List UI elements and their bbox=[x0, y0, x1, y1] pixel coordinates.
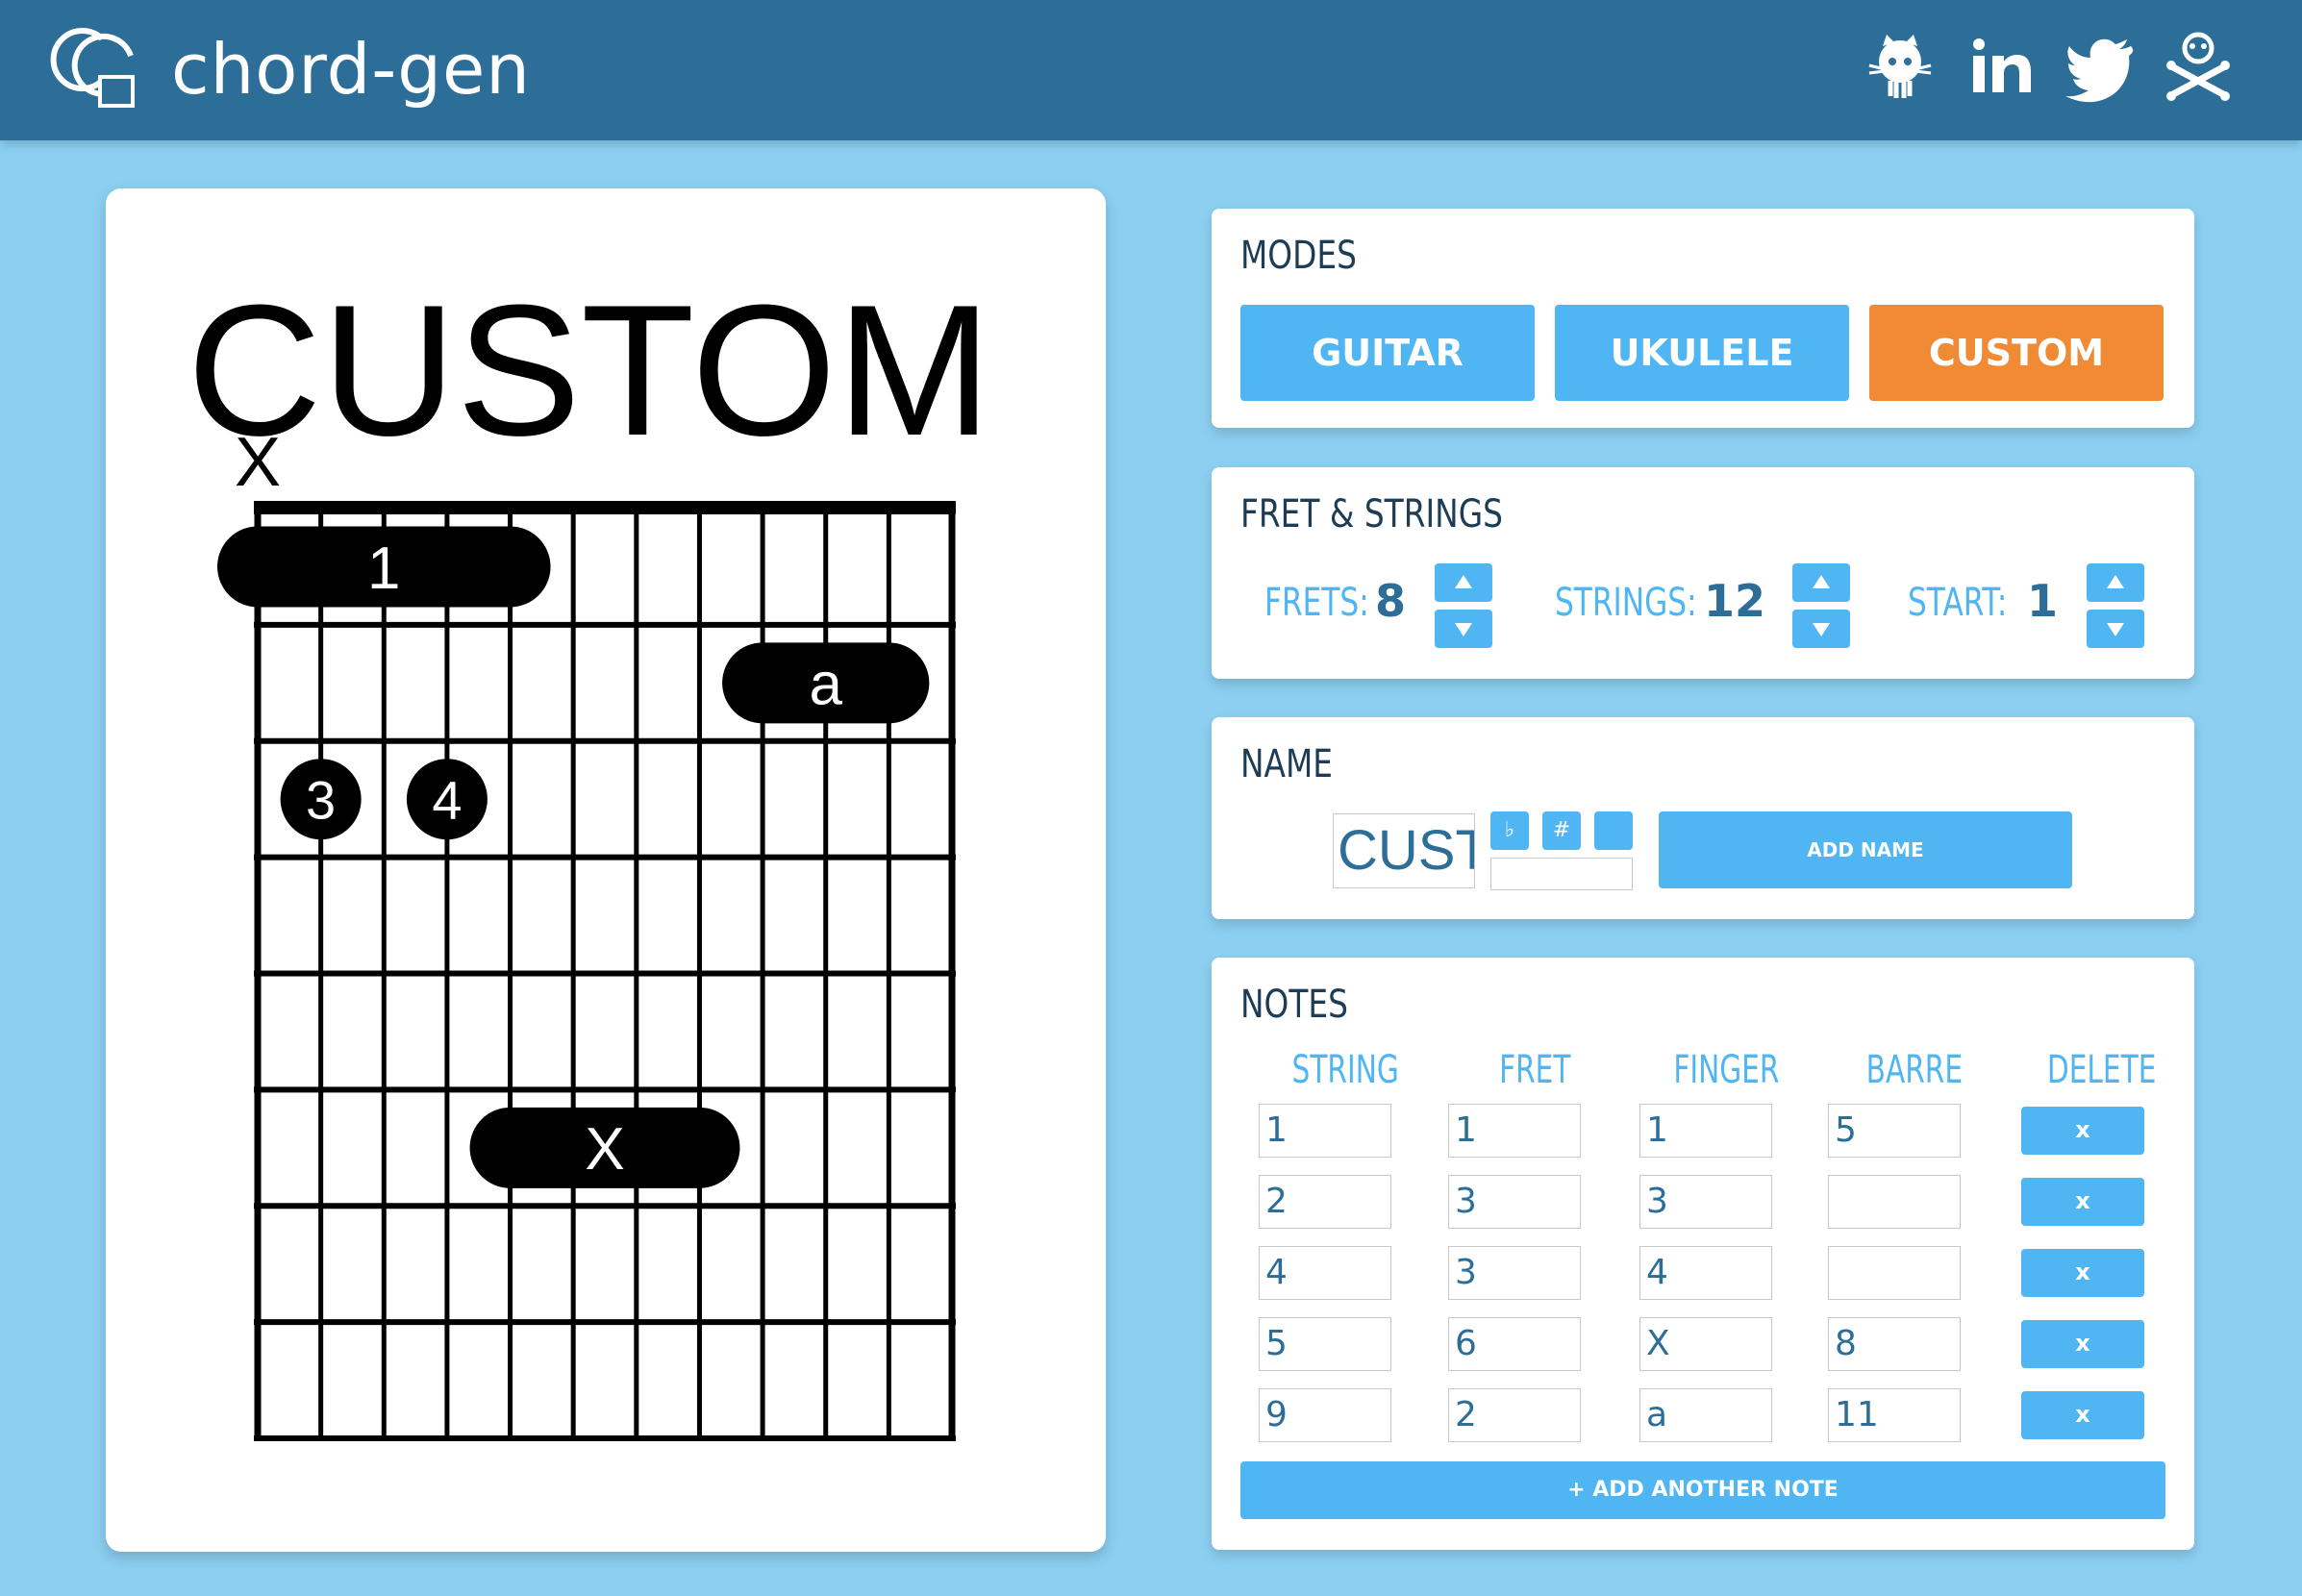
linkedin-icon[interactable] bbox=[1964, 27, 2040, 104]
accidental-button[interactable] bbox=[1594, 811, 1633, 850]
strings-increment-button[interactable] bbox=[1792, 563, 1850, 602]
note-string-input[interactable]: 2 bbox=[1259, 1175, 1391, 1229]
delete-note-button[interactable]: x bbox=[2021, 1391, 2144, 1439]
chord-diagram-card: CUSTOM X 1 a 3 4 X bbox=[106, 188, 1106, 1552]
ukulele-mode-button[interactable]: UKULELE bbox=[1555, 305, 1849, 401]
string-column-header: STRING bbox=[1291, 1048, 1399, 1092]
delete-note-button[interactable]: x bbox=[2021, 1178, 2144, 1226]
modes-panel: MODES GUITAR UKULELE CUSTOM bbox=[1212, 209, 2194, 428]
chord-title: CUSTOM bbox=[187, 266, 991, 475]
start-value: 1 bbox=[2027, 575, 2059, 627]
note-fret-input[interactable]: 3 bbox=[1448, 1175, 1581, 1229]
note-finger-input[interactable]: 1 bbox=[1639, 1104, 1772, 1158]
add-name-button[interactable]: ADD NAME bbox=[1659, 811, 2072, 888]
finger-label: 4 bbox=[432, 769, 462, 830]
github-icon[interactable] bbox=[1862, 27, 1939, 104]
frets-decrement-button[interactable] bbox=[1435, 610, 1492, 648]
finger-label: 1 bbox=[367, 536, 400, 602]
frets-increment-button[interactable] bbox=[1435, 563, 1492, 602]
flat-button[interactable]: ♭ bbox=[1490, 811, 1529, 850]
note-barre-input[interactable] bbox=[1828, 1175, 1961, 1229]
start-label: START: bbox=[1908, 581, 2008, 625]
sharp-button[interactable]: # bbox=[1542, 811, 1581, 850]
frets-value: 8 bbox=[1375, 575, 1407, 627]
start-increment-button[interactable] bbox=[2087, 563, 2144, 602]
note-string-input[interactable]: 4 bbox=[1259, 1246, 1391, 1300]
open-string-mark: X bbox=[235, 424, 281, 501]
strings-value: 12 bbox=[1704, 575, 1766, 627]
delete-note-button[interactable]: x bbox=[2021, 1107, 2144, 1155]
modes-title: MODES bbox=[1240, 234, 1357, 278]
strings-stepper bbox=[1792, 563, 1850, 648]
delete-note-button[interactable]: x bbox=[2021, 1249, 2144, 1297]
notes-title: NOTES bbox=[1240, 983, 1348, 1027]
note-finger-input[interactable]: X bbox=[1639, 1317, 1772, 1371]
fret-strings-panel: FRET & STRINGS FRETS: 8 STRINGS: 12 STAR… bbox=[1212, 467, 2194, 679]
finger-label: a bbox=[809, 652, 842, 718]
twitter-icon[interactable] bbox=[2062, 27, 2139, 104]
app-header: chord-gen bbox=[0, 0, 2302, 140]
frets-stepper bbox=[1435, 563, 1492, 648]
guitar-mode-button[interactable]: GUITAR bbox=[1240, 305, 1535, 401]
note-barre-input[interactable]: 5 bbox=[1828, 1104, 1961, 1158]
fret-column-header: FRET bbox=[1498, 1048, 1571, 1092]
finger-label: 3 bbox=[306, 769, 336, 830]
finger-column-header: FINGER bbox=[1672, 1048, 1780, 1092]
note-fret-input[interactable]: 6 bbox=[1448, 1317, 1581, 1371]
strings-label: STRINGS: bbox=[1555, 581, 1697, 625]
notes-panel: NOTES STRING FRET FINGER BARRE DELETE 11… bbox=[1212, 958, 2194, 1550]
note-barre-input[interactable]: 11 bbox=[1828, 1388, 1961, 1442]
fret-strings-title: FRET & STRINGS bbox=[1240, 492, 1503, 536]
note-fret-input[interactable]: 2 bbox=[1448, 1388, 1581, 1442]
app-title[interactable]: chord-gen bbox=[171, 21, 531, 117]
nut bbox=[254, 501, 956, 514]
barre-column-header: BARRE bbox=[1865, 1048, 1964, 1092]
note-barre-input[interactable] bbox=[1828, 1246, 1961, 1300]
name-panel: NAME CUSTOM ♭ # ADD NAME bbox=[1212, 717, 2194, 919]
note-finger-input[interactable]: a bbox=[1639, 1388, 1772, 1442]
chord-gen-logo-icon[interactable] bbox=[46, 17, 142, 113]
note-string-input[interactable]: 1 bbox=[1259, 1104, 1391, 1158]
delete-note-button[interactable]: x bbox=[2021, 1320, 2144, 1368]
start-stepper bbox=[2087, 563, 2144, 648]
start-decrement-button[interactable] bbox=[2087, 610, 2144, 648]
add-another-note-button[interactable]: + ADD ANOTHER NOTE bbox=[1240, 1461, 2165, 1519]
finger-label: X bbox=[585, 1116, 624, 1183]
strings-decrement-button[interactable] bbox=[1792, 610, 1850, 648]
note-barre-input[interactable]: 8 bbox=[1828, 1317, 1961, 1371]
note-fret-input[interactable]: 1 bbox=[1448, 1104, 1581, 1158]
custom-mode-button[interactable]: CUSTOM bbox=[1869, 305, 2164, 401]
frets-label: FRETS: bbox=[1264, 581, 1369, 625]
note-string-input[interactable]: 9 bbox=[1259, 1388, 1391, 1442]
name-title: NAME bbox=[1240, 742, 1334, 786]
chord-diagram: CUSTOM X 1 a 3 4 X bbox=[187, 266, 992, 1441]
note-string-input[interactable]: 5 bbox=[1259, 1317, 1391, 1371]
note-finger-input[interactable]: 4 bbox=[1639, 1246, 1772, 1300]
accidental-input[interactable] bbox=[1490, 858, 1633, 890]
note-finger-input[interactable]: 3 bbox=[1639, 1175, 1772, 1229]
note-fret-input[interactable]: 3 bbox=[1448, 1246, 1581, 1300]
delete-column-header: DELETE bbox=[2047, 1048, 2157, 1092]
chord-name-input[interactable]: CUSTOM bbox=[1333, 813, 1475, 888]
skull-crossbones-icon[interactable] bbox=[2160, 27, 2237, 104]
